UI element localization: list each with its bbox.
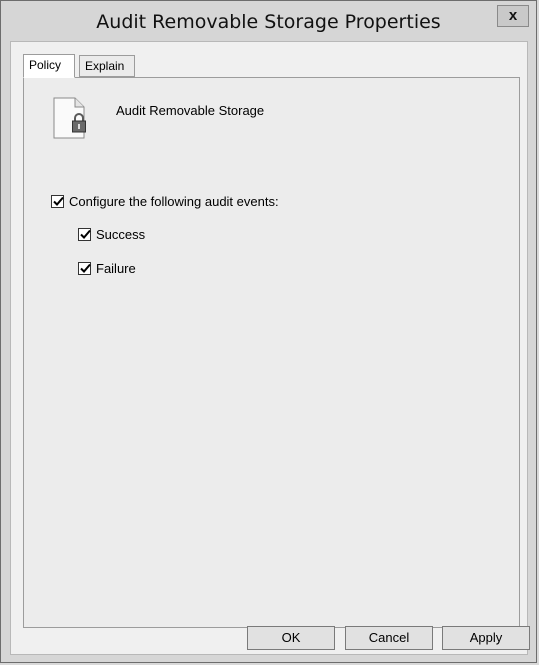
tab-policy[interactable]: Policy (23, 54, 75, 78)
cancel-button[interactable]: Cancel (345, 626, 433, 650)
ok-button[interactable]: OK (247, 626, 335, 650)
configure-audit-checkbox[interactable] (51, 195, 64, 208)
apply-button[interactable]: Apply (442, 626, 530, 650)
title-bar[interactable]: Audit Removable Storage Properties x (1, 1, 536, 41)
success-checkbox[interactable] (78, 228, 91, 241)
policy-name: Audit Removable Storage (116, 103, 265, 118)
configure-audit-row: Configure the following audit events: (51, 194, 279, 209)
document-lock-icon (53, 97, 86, 139)
properties-dialog: Audit Removable Storage Properties x Pol… (0, 0, 537, 663)
close-button[interactable]: x (497, 5, 529, 27)
policy-tab-panel: Audit Removable Storage Configure the fo… (23, 77, 520, 628)
dialog-title: Audit Removable Storage Properties (96, 11, 441, 33)
failure-label[interactable]: Failure (96, 261, 136, 276)
tab-explain[interactable]: Explain (79, 55, 135, 77)
configure-audit-label[interactable]: Configure the following audit events: (69, 194, 279, 209)
failure-checkbox[interactable] (78, 262, 91, 275)
success-label[interactable]: Success (96, 227, 145, 242)
dialog-client-area: Policy Explain Audit Removable Storage C… (10, 41, 530, 655)
failure-row: Failure (78, 261, 136, 276)
success-row: Success (78, 227, 145, 242)
